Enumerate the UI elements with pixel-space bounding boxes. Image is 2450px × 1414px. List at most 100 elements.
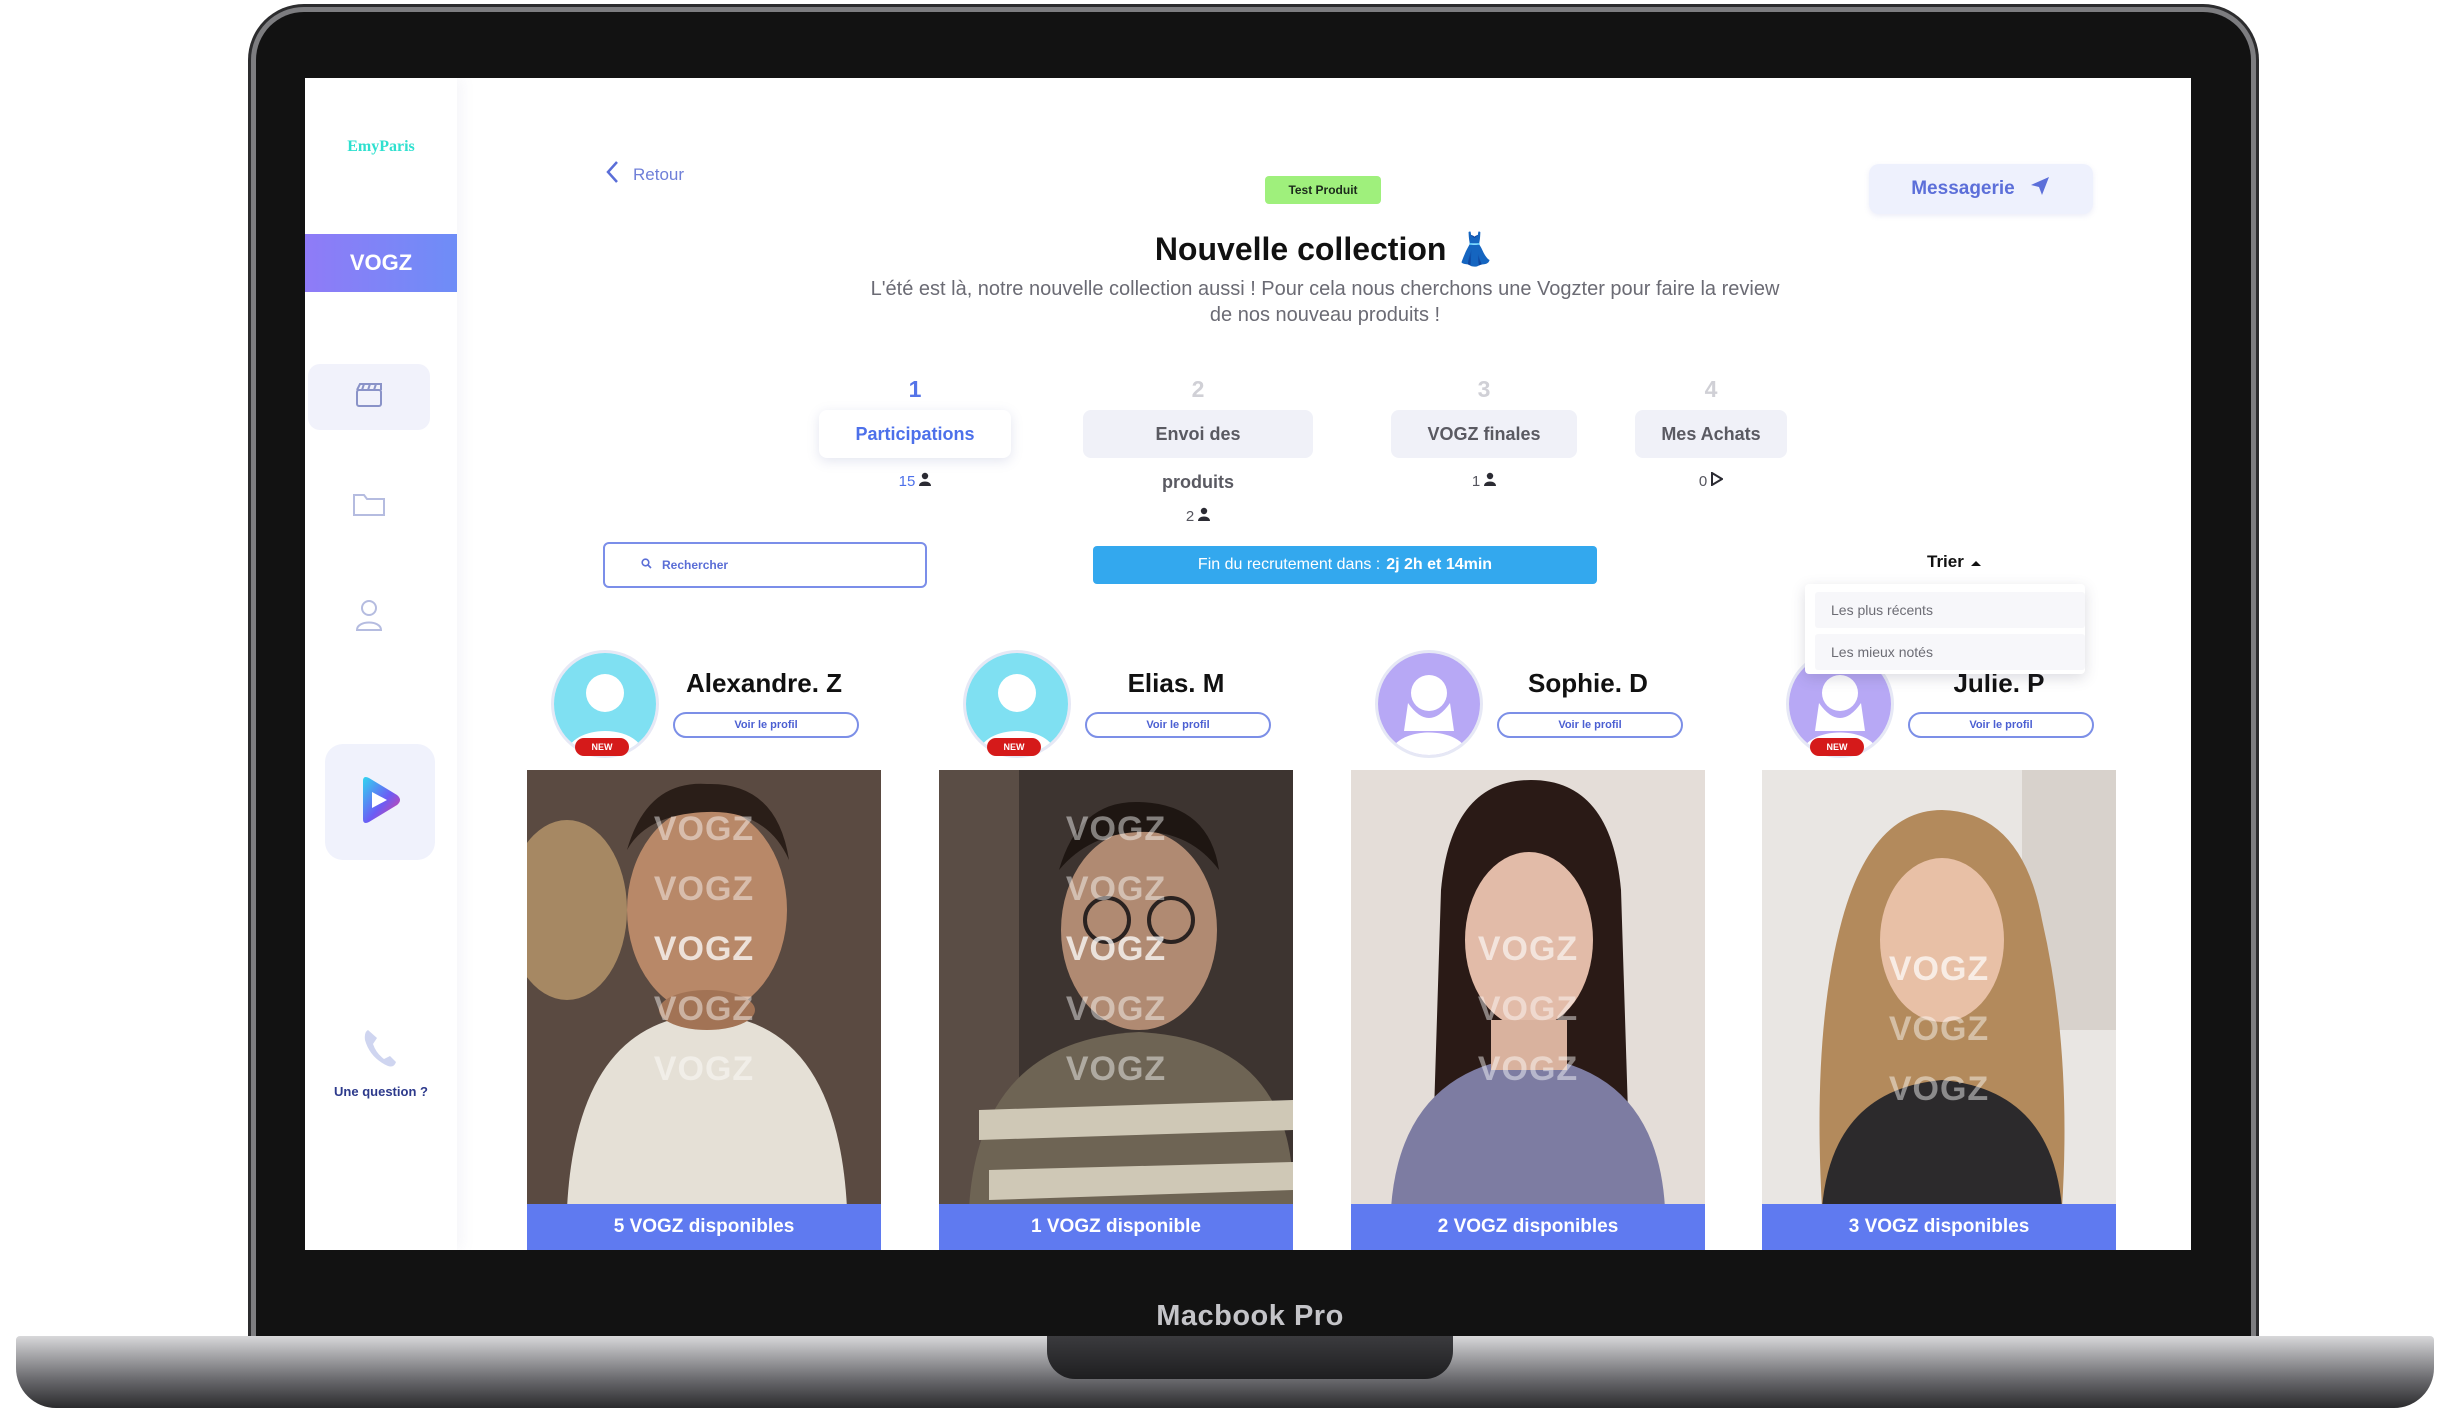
- messaging-button[interactable]: Messagerie: [1869, 164, 2093, 214]
- watermark: VOGZ: [1477, 930, 1579, 968]
- brand-logo[interactable]: EmyParis: [305, 138, 457, 156]
- step-number: 3: [1477, 376, 1491, 402]
- watermark: VOGZ: [653, 810, 755, 848]
- view-profile-button[interactable]: Voir le profil: [1497, 712, 1683, 738]
- sort-menu: Les plus récents Les mieux notés: [1805, 584, 2085, 674]
- user-icon: [919, 472, 932, 490]
- laptop-notch: [1047, 1336, 1453, 1379]
- creator-name: Alexandre. Z: [685, 668, 843, 698]
- sidebar-item-vogz-player[interactable]: [325, 744, 435, 860]
- messaging-label: Messagerie: [1911, 178, 2015, 199]
- video-thumbnail[interactable]: VOGZ VOGZ VOGZ VOGZ VOGZ: [527, 770, 881, 1208]
- creator-card: Sophie. D Voir le profil VOGZ VOGZ VOGZ …: [1351, 648, 1707, 1250]
- sidebar-item-videos[interactable]: [308, 364, 430, 430]
- step-number: 4: [1704, 376, 1718, 402]
- search-icon: [641, 558, 652, 572]
- user-icon: [1198, 507, 1211, 525]
- creator-card: NEW Elias. M Voir le profil VOGZ VOGZ VO…: [939, 648, 1295, 1250]
- sidebar: EmyParis VOGZ Une question ?: [305, 78, 457, 1250]
- creator-video-photo: [1351, 770, 1705, 1208]
- watermark: VOGZ: [1065, 810, 1167, 848]
- creator-card: NEW Alexandre. Z Voir le profil VOGZ VOG…: [527, 648, 883, 1250]
- available-vogz-label[interactable]: 3 VOGZ disponibles: [1762, 1204, 2116, 1250]
- caret-up-icon: [1970, 552, 1982, 572]
- search-box[interactable]: [603, 542, 927, 588]
- sidebar-tab-vogz[interactable]: VOGZ: [305, 234, 457, 292]
- recruitment-countdown-banner: Fin du recrutement dans : 2j 2h et 14min: [1093, 546, 1597, 584]
- watermark: VOGZ: [1888, 1010, 1990, 1048]
- step-count: 2: [1083, 507, 1313, 525]
- play-icon: [1711, 471, 1725, 490]
- available-vogz-label[interactable]: 1 VOGZ disponible: [939, 1204, 1293, 1250]
- watermark: VOGZ: [1888, 950, 1990, 988]
- new-badge: NEW: [575, 738, 629, 756]
- avatar[interactable]: [1375, 650, 1483, 758]
- sidebar-item-account[interactable]: [308, 584, 430, 650]
- watermark: VOGZ: [653, 870, 755, 908]
- watermark: VOGZ: [653, 1050, 755, 1088]
- new-badge: NEW: [987, 738, 1041, 756]
- page-subtitle: L'été est là, notre nouvelle collection …: [870, 278, 1780, 326]
- step-envoi-produits[interactable]: 2 Envoi des produits 2: [1083, 376, 1313, 525]
- user-icon: [354, 598, 384, 637]
- step-label[interactable]: Participations: [819, 410, 1011, 458]
- available-vogz-label[interactable]: 2 VOGZ disponibles: [1351, 1204, 1705, 1250]
- watermark: VOGZ: [1065, 930, 1167, 968]
- sort-label: Trier: [1927, 552, 1964, 571]
- available-vogz-label[interactable]: 5 VOGZ disponibles: [527, 1204, 881, 1250]
- send-icon: [2029, 175, 2051, 203]
- back-link[interactable]: Retour: [605, 160, 684, 189]
- step-number: 1: [908, 376, 922, 402]
- step-count: 1: [1369, 472, 1599, 490]
- watermark: VOGZ: [1065, 990, 1167, 1028]
- creator-name: Sophie. D: [1528, 668, 1648, 698]
- campaign-type-tag: Test Produit: [1265, 176, 1381, 204]
- watermark: VOGZ: [653, 930, 755, 968]
- watermark: VOGZ: [653, 990, 755, 1028]
- step-label[interactable]: Envoi des produits: [1083, 410, 1313, 492]
- recruitment-label: Fin du recrutement dans :: [1197, 556, 1381, 573]
- sort-dropdown-toggle[interactable]: Trier: [1927, 552, 1982, 572]
- watermark: VOGZ: [1888, 1070, 1990, 1108]
- page-title-text: Nouvelle collection: [1154, 231, 1447, 267]
- folder-icon: [352, 491, 386, 524]
- play-logo-icon: [357, 775, 403, 830]
- watermark: VOGZ: [1065, 1050, 1167, 1088]
- phone-icon[interactable]: [360, 1026, 400, 1075]
- app-screen: EmyParis VOGZ Une question ? Retour Test…: [305, 78, 2191, 1250]
- creator-video-photo: [1762, 770, 2116, 1208]
- watermark: VOGZ: [1477, 990, 1579, 1028]
- recruitment-remaining: 2j 2h et 14min: [1386, 556, 1493, 573]
- watermark: VOGZ: [1477, 1050, 1579, 1088]
- step-number: 2: [1191, 376, 1205, 402]
- laptop-brand-label: Macbook Pro: [1156, 1300, 1344, 1332]
- dress-emoji: 👗: [1455, 231, 1496, 267]
- chevron-left-icon: [605, 160, 619, 189]
- sidebar-item-folders[interactable]: [308, 474, 430, 540]
- step-count: 0: [1611, 471, 1811, 490]
- back-label: Retour: [633, 164, 685, 184]
- view-profile-button[interactable]: Voir le profil: [1085, 712, 1271, 738]
- view-profile-button[interactable]: Voir le profil: [673, 712, 859, 738]
- view-profile-button[interactable]: Voir le profil: [1908, 712, 2094, 738]
- sort-option-top-rated[interactable]: Les mieux notés: [1815, 634, 2085, 670]
- help-link[interactable]: Une question ?: [305, 1084, 457, 1099]
- sort-option-recent[interactable]: Les plus récents: [1815, 592, 2085, 628]
- step-label[interactable]: Mes Achats: [1635, 410, 1787, 458]
- creator-name: Elias. M: [1127, 668, 1225, 698]
- page-title: Nouvelle collection 👗: [845, 230, 1805, 268]
- user-icon: [1484, 472, 1497, 490]
- step-count: 15: [800, 472, 1030, 490]
- search-input[interactable]: [660, 557, 904, 573]
- video-thumbnail[interactable]: VOGZ VOGZ VOGZ VOGZ VOGZ: [939, 770, 1293, 1208]
- creator-card: NEW Julie. P Voir le profil VOGZ VOGZ VO…: [1762, 648, 2118, 1250]
- new-badge: NEW: [1810, 738, 1864, 756]
- step-vogz-finales[interactable]: 3 VOGZ finales 1: [1369, 376, 1599, 490]
- clapperboard-icon: [354, 380, 384, 415]
- step-participations[interactable]: 1 Participations 15: [800, 376, 1030, 490]
- video-thumbnail[interactable]: VOGZ VOGZ VOGZ: [1762, 770, 2116, 1208]
- video-thumbnail[interactable]: VOGZ VOGZ VOGZ: [1351, 770, 1705, 1208]
- watermark: VOGZ: [1065, 870, 1167, 908]
- step-label[interactable]: VOGZ finales: [1391, 410, 1577, 458]
- step-mes-achats[interactable]: 4 Mes Achats 0: [1611, 376, 1811, 490]
